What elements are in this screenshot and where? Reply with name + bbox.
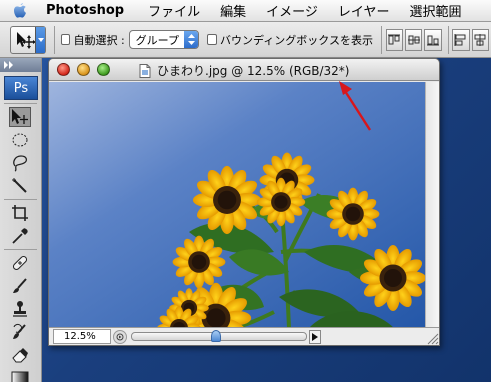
options-divider [447,25,449,54]
move-tool-icon [17,31,35,49]
scroll-right-arrow-icon[interactable] [309,329,321,344]
app-name-menu[interactable]: Photoshop [40,3,138,18]
bounding-box-label: バウンディングボックスを表示 [220,33,373,47]
collapse-arrows-icon [4,61,13,69]
toolbox-palette: Ps [0,58,42,382]
align-left-icon[interactable] [452,28,470,51]
document-window: ひまわり.jpg @ 12.5% (RGB/32*) 12.5% [48,58,440,346]
menu-layer[interactable]: レイヤー [328,1,400,20]
align-bottom-icon[interactable] [424,28,442,51]
toolbox-title-bar[interactable] [0,58,41,72]
healing-brush-tool-icon[interactable] [9,253,31,273]
updown-arrows-icon [184,31,199,48]
toolbox-divider [4,100,37,104]
horizontal-scroll-track[interactable] [131,330,307,342]
zoom-button[interactable] [97,63,110,76]
auto-select-value: グループ [135,33,180,47]
align-hcenter-icon[interactable] [471,28,489,51]
minimize-button[interactable] [77,63,90,76]
tool-preset-picker[interactable] [10,25,46,54]
gradient-tool-icon[interactable] [9,368,31,382]
document-status-bar: 12.5% [49,327,439,345]
vertical-scrollbar[interactable] [425,82,439,328]
options-divider [54,25,55,54]
menu-image[interactable]: イメージ [256,1,328,20]
apple-menu-icon[interactable] [0,0,40,22]
auto-select-checkbox[interactable] [60,34,71,45]
horizontal-scroll-thumb[interactable] [211,330,221,342]
auto-select-dropdown[interactable]: グループ [128,30,200,49]
document-file-icon [139,63,151,78]
menu-select[interactable]: 選択範囲 [400,1,472,20]
toolbox-divider [4,196,37,200]
status-menu-icon[interactable] [113,329,127,344]
resize-grip-icon[interactable] [425,328,439,345]
document-title-bar[interactable]: ひまわり.jpg @ 12.5% (RGB/32*) [49,59,439,81]
menu-bar: Photoshop ファイル 編集 イメージ レイヤー 選択範囲 [0,0,491,22]
align-top-icon[interactable] [385,28,404,51]
photoshop-logo[interactable]: Ps [4,76,38,100]
options-divider [380,25,382,54]
annotation-arrow [339,81,372,131]
close-button[interactable] [57,63,70,76]
marquee-tool-icon[interactable] [9,130,31,150]
window-controls [57,63,117,76]
history-brush-tool-icon[interactable] [9,322,31,342]
align-vcenter-icon[interactable] [405,28,423,51]
document-title-text: ひまわり.jpg @ 12.5% (RGB/32*) [157,64,350,78]
toolbox-divider [4,246,37,250]
options-bar: 自動選択 : グループ バウンディングボックスを表示 [0,22,491,58]
eraser-tool-icon[interactable] [9,345,31,365]
menu-edit[interactable]: 編集 [210,1,256,20]
clone-stamp-tool-icon[interactable] [9,299,31,319]
chevron-down-icon [35,26,45,53]
menu-file[interactable]: ファイル [138,1,210,20]
bounding-box-checkbox[interactable] [207,34,218,45]
lasso-tool-icon[interactable] [9,153,31,173]
brush-tool-icon[interactable] [9,276,31,296]
zoom-level-field[interactable]: 12.5% [53,329,111,344]
magic-wand-tool-icon[interactable] [9,176,31,196]
eyedropper-tool-icon[interactable] [9,226,31,246]
move-tool-icon[interactable] [9,107,31,127]
auto-select-label: 自動選択 : [73,33,125,47]
crop-tool-icon[interactable] [9,203,31,223]
document-title: ひまわり.jpg @ 12.5% (RGB/32*) [139,62,350,79]
